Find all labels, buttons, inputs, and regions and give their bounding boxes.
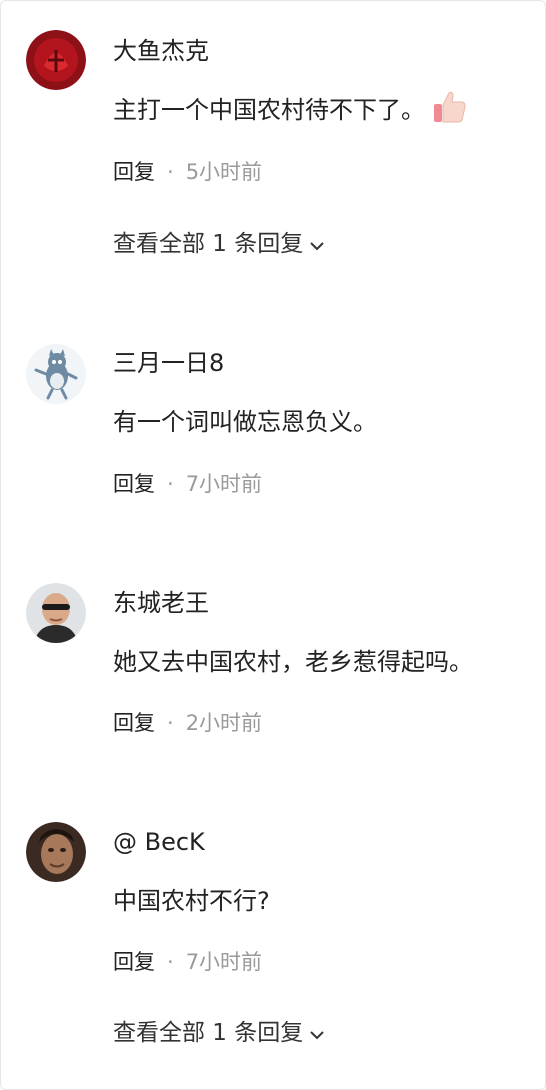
comment-list-frame [0, 0, 546, 1090]
comment-text: 有一个词叫做忘恩负义。 [113, 408, 377, 436]
avatar-red-emblem-icon [26, 30, 86, 90]
view-replies-button[interactable]: 查看全部 1 条回复 [113, 229, 325, 260]
comment-text-body: 主打一个中国农村待不下了。 [113, 96, 425, 124]
view-replies-label: 查看全部 1 条回复 [113, 231, 304, 257]
separator-dot: · [167, 950, 174, 974]
comment-username[interactable]: 大鱼杰克 [113, 36, 209, 66]
avatar[interactable] [26, 822, 86, 882]
comment-text: 中国农村不行? [113, 887, 270, 915]
avatar-cartoon-cat-icon [26, 344, 86, 404]
separator-dot: · [167, 160, 174, 184]
avatar[interactable] [26, 30, 86, 90]
avatar-face-photo-icon [26, 822, 86, 882]
comment-time: 5小时前 [185, 160, 263, 184]
chevron-down-icon [309, 230, 325, 260]
chevron-down-icon [309, 1019, 325, 1049]
comment-username[interactable]: @ BecK [113, 827, 205, 857]
avatar[interactable] [26, 344, 86, 404]
comment-text: 主打一个中国农村待不下了。 [113, 90, 467, 131]
separator-dot: · [167, 711, 174, 735]
reply-button[interactable]: 回复 [113, 950, 155, 974]
comment-meta: 回复 · 2小时前 [113, 710, 262, 736]
comment-meta: 回复 · 5小时前 [113, 159, 262, 185]
reply-button[interactable]: 回复 [113, 160, 155, 184]
comment-text: 她又去中国农村，老乡惹得起吗。 [113, 648, 473, 676]
view-replies-label: 查看全部 1 条回复 [113, 1020, 304, 1046]
separator-dot: · [167, 472, 174, 496]
comment-meta: 回复 · 7小时前 [113, 471, 262, 497]
comment-time: 7小时前 [185, 472, 263, 496]
comment-username[interactable]: 三月一日8 [113, 348, 224, 378]
comment-username[interactable]: 东城老王 [113, 588, 209, 618]
comment-time: 2小时前 [185, 711, 263, 735]
avatar-bald-man-icon [26, 583, 86, 643]
reply-button[interactable]: 回复 [113, 711, 155, 735]
thumbs-up-icon [431, 90, 467, 131]
view-replies-button[interactable]: 查看全部 1 条回复 [113, 1018, 325, 1049]
avatar[interactable] [26, 583, 86, 643]
comment-time: 7小时前 [185, 950, 263, 974]
comment-meta: 回复 · 7小时前 [113, 949, 262, 975]
reply-button[interactable]: 回复 [113, 472, 155, 496]
